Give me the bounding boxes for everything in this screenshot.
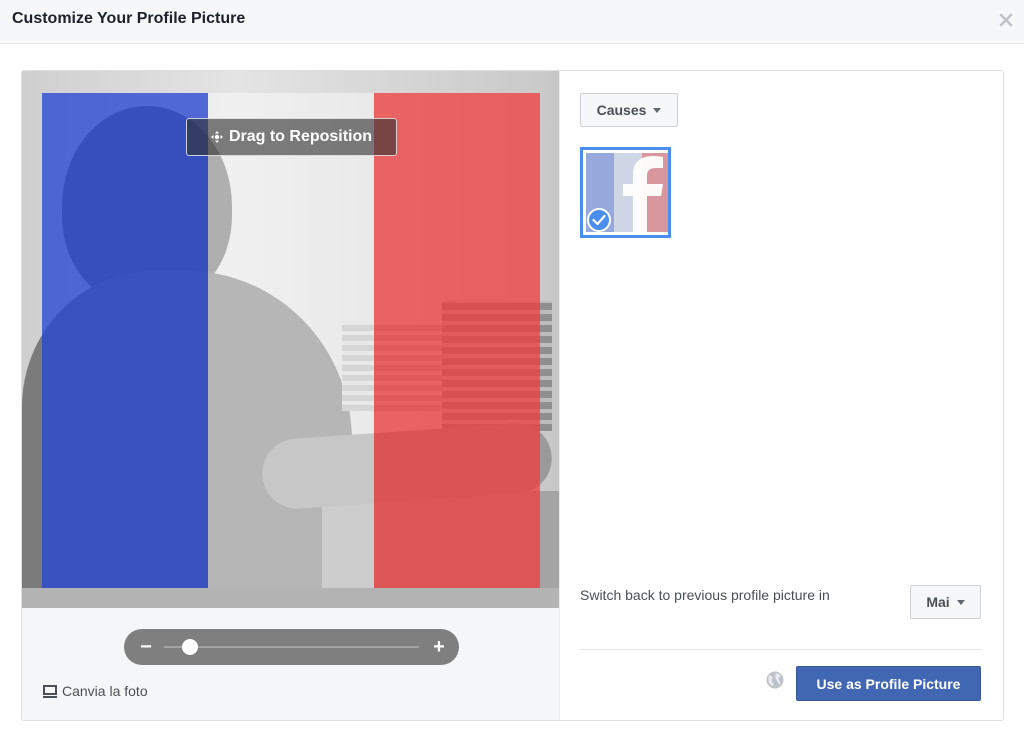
- flag-overlay-white: [208, 93, 374, 588]
- switch-back-duration-dropdown[interactable]: Mai: [910, 585, 981, 619]
- photo-scene-floor: [22, 588, 559, 608]
- chevron-down-icon: [653, 107, 662, 113]
- selected-check-icon: [587, 208, 611, 232]
- dialog-title: Customize Your Profile Picture: [12, 10, 246, 27]
- switch-back-duration-label: Mai: [926, 594, 950, 610]
- facebook-f-icon: [623, 156, 663, 235]
- zoom-slider[interactable]: − +: [124, 629, 459, 665]
- flag-overlay-red: [374, 93, 540, 588]
- customize-panel: Drag to Reposition − + Canvia la foto Ca…: [21, 70, 1004, 721]
- frame-option-france-flag[interactable]: [580, 147, 671, 238]
- divider: [580, 649, 982, 650]
- category-dropdown[interactable]: Causes: [580, 93, 678, 127]
- zoom-in-button[interactable]: +: [427, 633, 451, 661]
- zoom-out-button[interactable]: −: [134, 633, 158, 661]
- switch-back-label: Switch back to previous profile picture …: [580, 587, 830, 603]
- close-icon[interactable]: [998, 12, 1014, 28]
- dialog-header: Customize Your Profile Picture: [0, 0, 1024, 44]
- chevron-down-icon: [956, 599, 965, 605]
- zoom-slider-track[interactable]: [164, 646, 419, 648]
- photo-editor: Drag to Reposition − + Canvia la foto: [22, 71, 560, 720]
- change-photo-link[interactable]: Canvia la foto: [43, 683, 148, 699]
- profile-photo-preview[interactable]: Drag to Reposition: [22, 71, 559, 608]
- category-dropdown-label: Causes: [596, 102, 647, 118]
- change-photo-label: Canvia la foto: [62, 683, 148, 699]
- zoom-slider-thumb[interactable]: [181, 639, 198, 655]
- globe-icon[interactable]: [766, 671, 784, 689]
- move-arrows-icon: [210, 131, 223, 143]
- flag-overlay-blue: [42, 93, 208, 588]
- frame-options: Causes Switch back to previous profile p…: [560, 71, 1003, 720]
- drag-to-reposition-label: Drag to Reposition: [228, 128, 373, 145]
- drag-to-reposition-button[interactable]: Drag to Reposition: [186, 118, 397, 156]
- photo-icon: [43, 684, 57, 698]
- use-as-profile-picture-button[interactable]: Use as Profile Picture: [796, 666, 981, 701]
